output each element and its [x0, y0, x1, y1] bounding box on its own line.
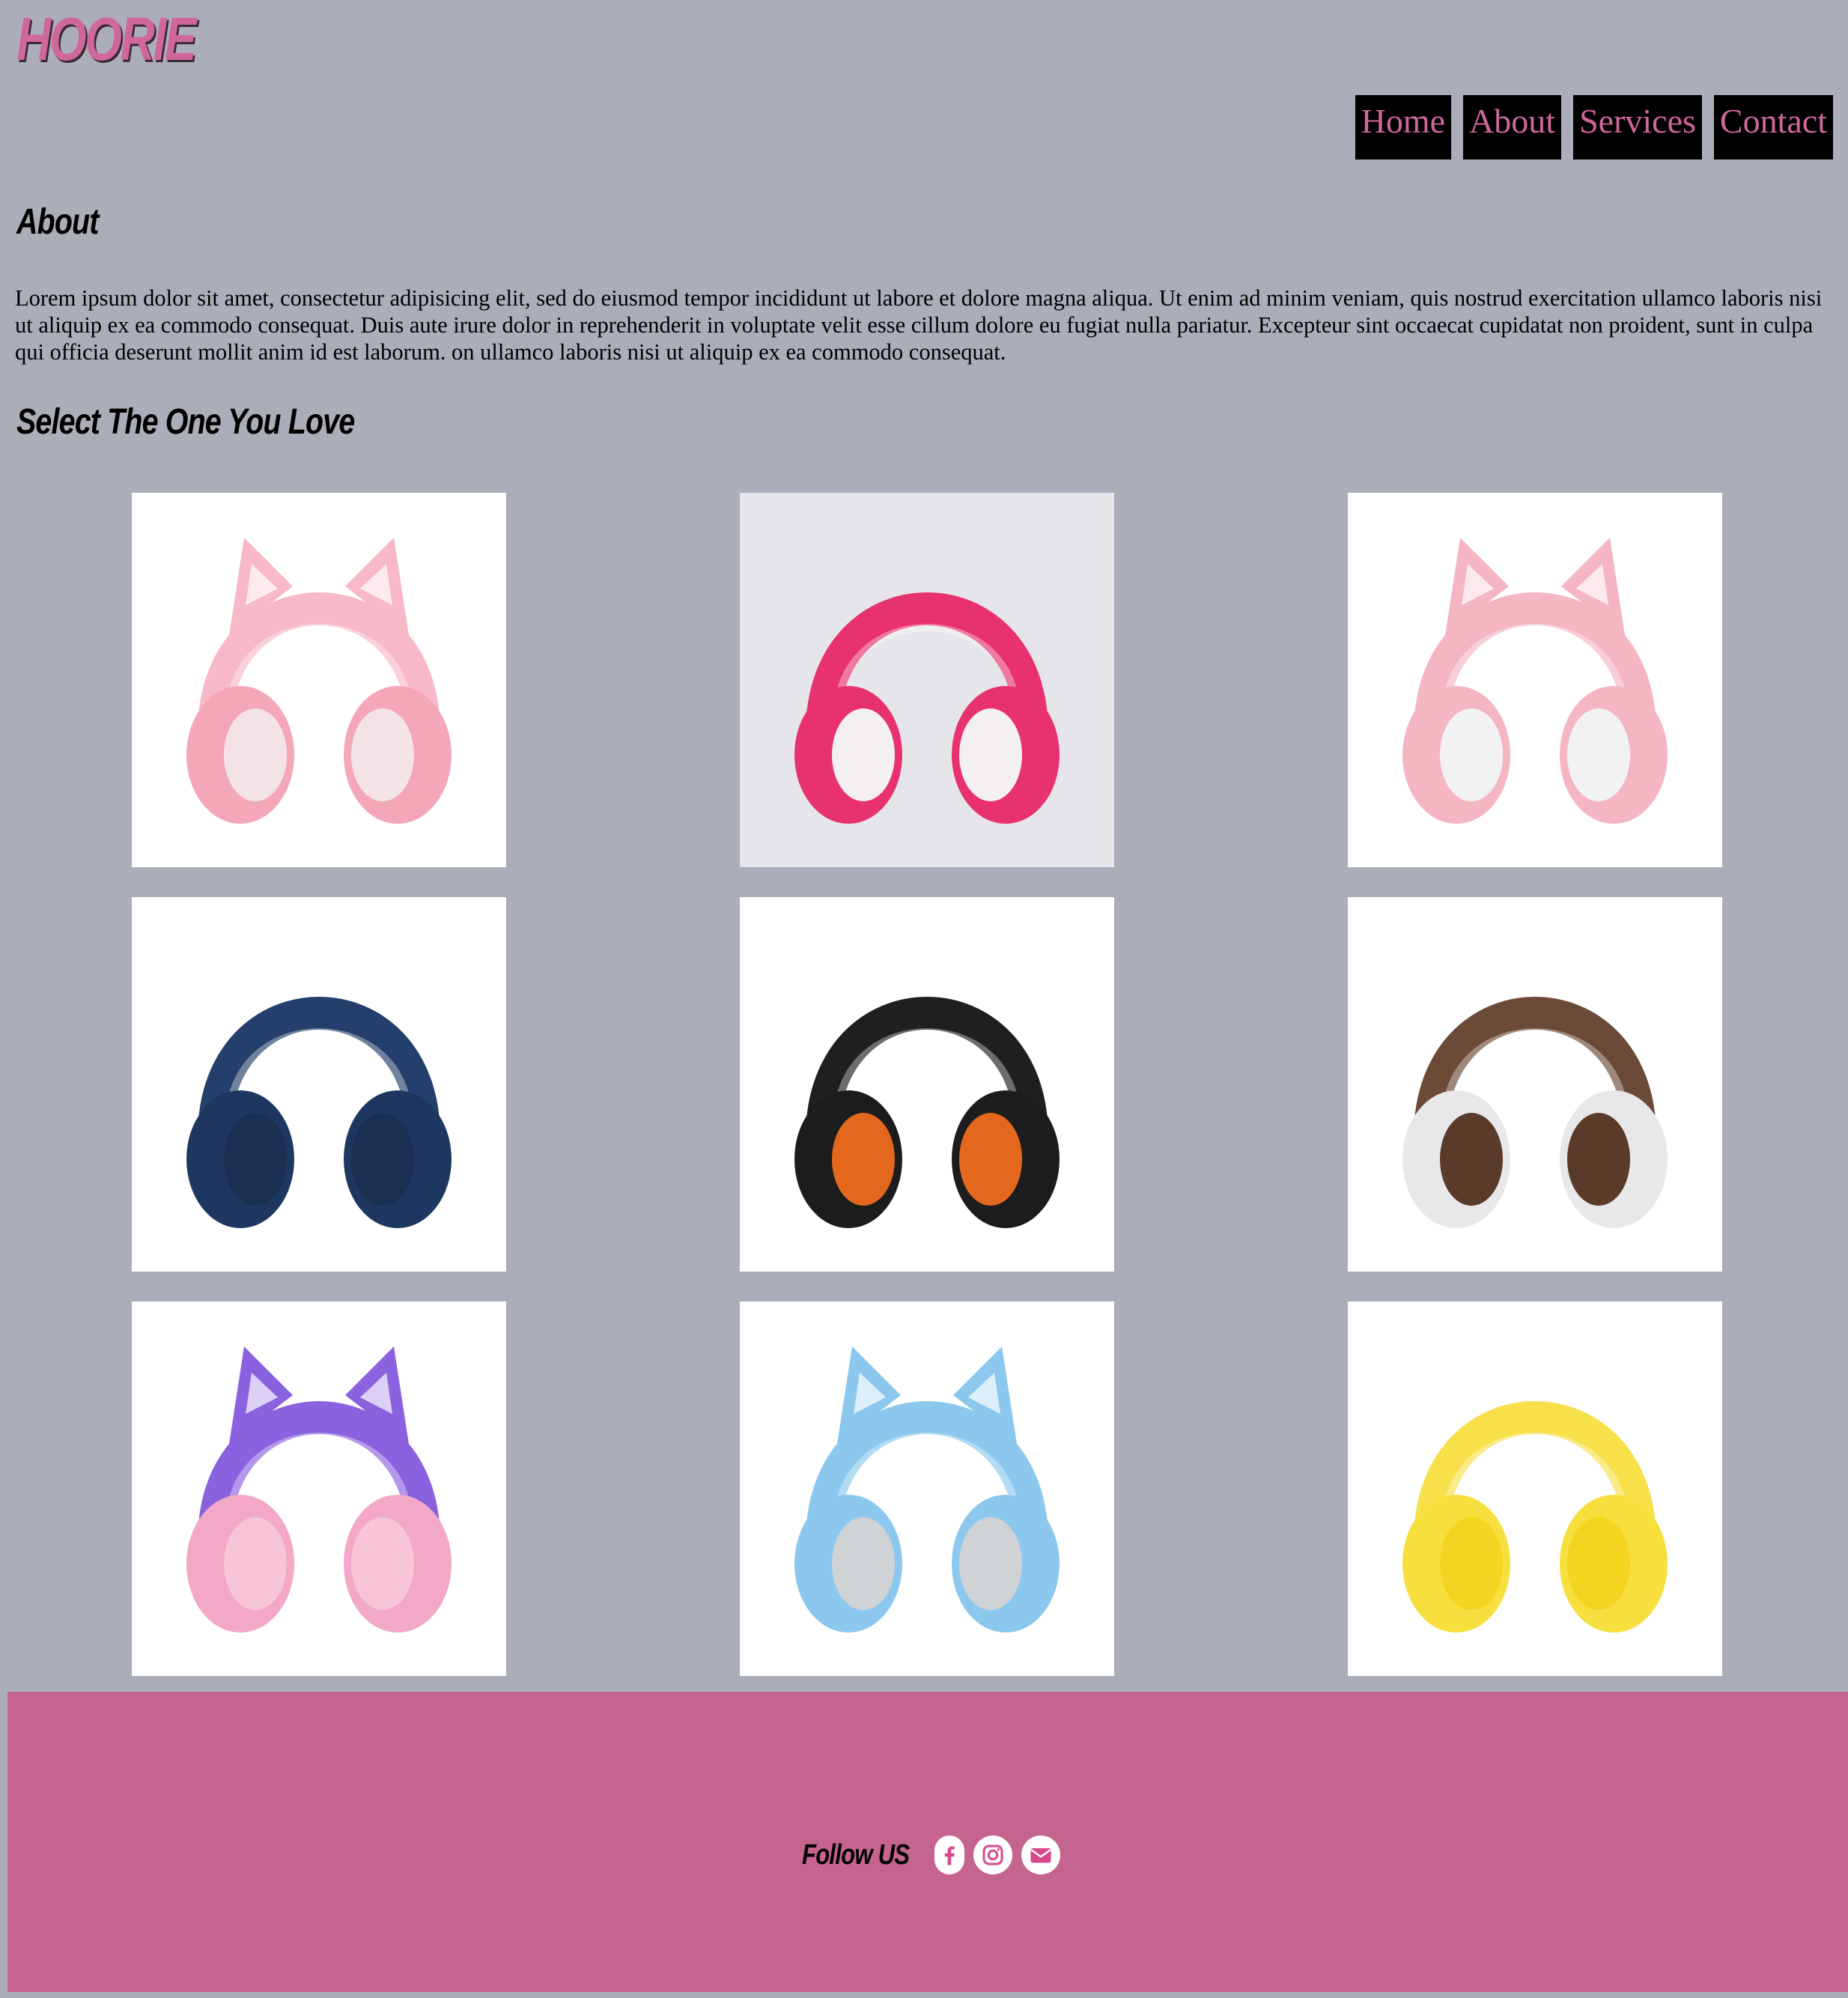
- blue-cat-ear-headset-image: [794, 1346, 1060, 1633]
- left-pad-shape: [1440, 708, 1503, 801]
- instagram-icon[interactable]: [973, 1835, 1012, 1874]
- navy-blue-headphones-image: [186, 997, 452, 1228]
- left-pad-shape: [832, 1517, 895, 1610]
- left-pad-shape: [1440, 1517, 1503, 1610]
- right-pad-shape: [959, 1517, 1022, 1610]
- nav-home[interactable]: Home: [1355, 95, 1452, 160]
- left-pad-shape: [832, 708, 895, 801]
- nav-about[interactable]: About: [1463, 95, 1562, 160]
- right-pad-shape: [351, 708, 414, 801]
- pink-kids-headphones-image: [794, 592, 1060, 824]
- right-pad-shape: [1567, 708, 1630, 801]
- email-icon[interactable]: [1021, 1835, 1060, 1874]
- site-logo[interactable]: HOORIE: [16, 9, 197, 70]
- product-card[interactable]: [132, 1302, 506, 1676]
- right-pad-shape: [959, 1113, 1022, 1206]
- follow-us-row: Follow US: [802, 1835, 1060, 1874]
- main-nav: Home About Services Contact: [1355, 95, 1833, 160]
- purple-cat-ear-kids-headphones-image: [186, 1346, 452, 1633]
- site-footer: Follow US: [7, 1692, 1848, 1992]
- right-pad-shape: [1567, 1113, 1630, 1206]
- left-pad-shape: [1440, 1113, 1503, 1206]
- right-pad-shape: [351, 1517, 414, 1610]
- product-card[interactable]: [132, 897, 506, 1272]
- product-card[interactable]: [1348, 897, 1722, 1272]
- black-orange-headphones-image: [794, 997, 1060, 1228]
- product-card[interactable]: [132, 493, 506, 867]
- pink-cat-ear-headset-image: [186, 538, 452, 824]
- facebook-icon[interactable]: [934, 1835, 964, 1874]
- product-card[interactable]: [740, 493, 1114, 867]
- follow-us-label: Follow US: [802, 1838, 910, 1871]
- left-pad-shape: [224, 1517, 287, 1610]
- right-pad-shape: [1567, 1517, 1630, 1610]
- yellow-headphones-image: [1402, 1401, 1668, 1633]
- left-pad-shape: [832, 1113, 895, 1206]
- product-card[interactable]: [1348, 1302, 1722, 1676]
- product-card[interactable]: [1348, 493, 1722, 867]
- white-brown-headphones-image: [1402, 997, 1668, 1228]
- right-pad-shape: [351, 1113, 414, 1206]
- nav-services[interactable]: Services: [1573, 95, 1702, 160]
- left-pad-shape: [224, 1113, 287, 1206]
- nav-contact[interactable]: Contact: [1713, 95, 1833, 160]
- left-pad-shape: [224, 708, 287, 801]
- about-heading: About: [16, 202, 99, 242]
- product-card[interactable]: [740, 897, 1114, 1272]
- product-card[interactable]: [740, 1302, 1114, 1676]
- pink-rgb-cat-ear-headset-image: [1402, 538, 1668, 824]
- right-pad-shape: [959, 708, 1022, 801]
- about-paragraph: Lorem ipsum dolor sit amet, consectetur …: [15, 285, 1823, 365]
- gallery-heading: Select The One You Love: [16, 402, 355, 442]
